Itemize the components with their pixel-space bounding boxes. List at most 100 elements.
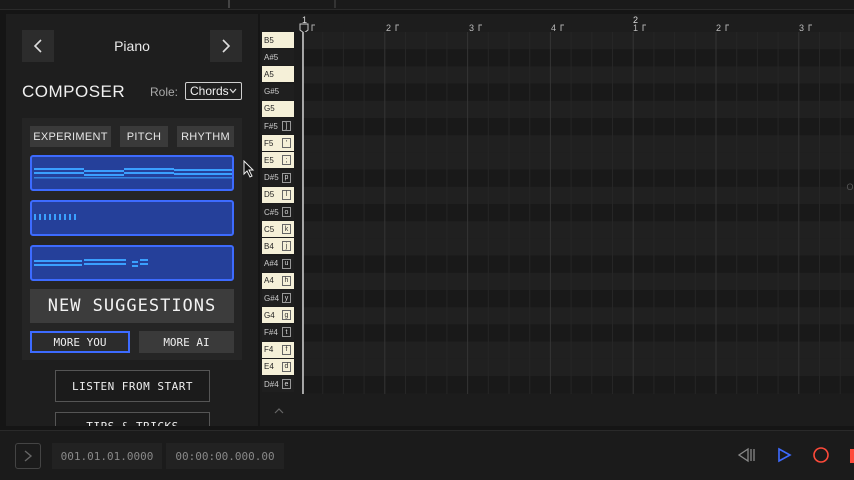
record-button[interactable] <box>810 444 832 466</box>
role-select-value: Chords <box>190 84 229 98</box>
piano-key-label: G#4 <box>264 293 280 303</box>
scroll-up-icon[interactable] <box>274 407 284 415</box>
piano-key-label: D#5 <box>264 173 279 183</box>
piano-key-label: A#5 <box>264 52 279 62</box>
piano-key-label: G4 <box>264 310 275 320</box>
chevron-left-icon <box>33 39 42 53</box>
keyboard-shortcut-label: o <box>282 207 291 217</box>
play-icon <box>778 447 792 463</box>
suggestion-notes-preview <box>34 168 232 179</box>
piano-key[interactable]: A#5 <box>262 49 294 66</box>
keyboard-shortcut-label: l <box>282 189 291 200</box>
chevron-down-icon <box>229 88 237 94</box>
piano-key[interactable]: A#4 u <box>262 255 294 272</box>
piano-key-label: B5 <box>264 35 274 45</box>
instrument-name: Piano <box>114 38 150 54</box>
keyboard-shortcut-label: p <box>282 172 291 183</box>
keyboard-shortcut-label: e <box>282 379 291 389</box>
piano-key[interactable]: G5 <box>262 100 294 117</box>
record-edge-indicator <box>850 449 854 463</box>
tab-rhythm[interactable]: RHYTHM <box>177 126 234 147</box>
play-main-button[interactable] <box>773 444 795 466</box>
piano-keys: B5 A#5 A5 G#5 G5 F#5] F5 ' E5; D#5 p D5 l C#5 o C5 k B4 j A… <box>260 32 296 394</box>
rewind-icon <box>737 447 755 463</box>
keyboard-shortcut-label: ' <box>282 138 291 149</box>
keyboard-shortcut-label: g <box>282 310 291 321</box>
piano-key[interactable]: F4 f <box>262 341 294 358</box>
composer-panel: Piano COMPOSER Role: Chords EXPERIMENT P… <box>6 14 258 426</box>
piano-key[interactable]: C5 k <box>262 221 294 238</box>
bars-time-display: 001.01.01.0000 <box>52 443 162 469</box>
tips-and-tricks-button[interactable]: TIPS & TRICKS <box>55 412 210 426</box>
piano-key-label: B4 <box>264 241 274 251</box>
piano-key-label: A#4 <box>264 259 279 269</box>
piano-key[interactable]: F5 ' <box>262 135 294 152</box>
piano-key-label: G#5 <box>264 87 280 97</box>
piano-key[interactable]: F#4 t <box>262 324 294 341</box>
piano-key-label: C5 <box>264 224 275 234</box>
piano-key-label: F#4 <box>264 327 278 337</box>
piano-key[interactable]: B4 j <box>262 238 294 255</box>
keyboard-shortcut-label: ] <box>282 121 291 131</box>
piano-key[interactable]: E5; <box>262 152 294 169</box>
transport-bar: 001.01.01.0000 00:00:00.000.00 <box>0 430 854 480</box>
piano-key[interactable]: B5 <box>262 32 294 48</box>
piano-key[interactable]: A4 h <box>262 272 294 289</box>
piano-key-label: D#4 <box>264 379 279 389</box>
clock-time-display: 00:00:00.000.00 <box>166 443 284 469</box>
suggestion-notes-preview <box>34 214 76 220</box>
play-button[interactable] <box>15 443 41 469</box>
piano-key[interactable]: F#5] <box>262 118 294 134</box>
timeline-ruler[interactable]: 1 2 2 3 4 1 2 3 <box>260 14 854 33</box>
composer-title: COMPOSER <box>22 82 126 101</box>
piano-key[interactable]: E4 d <box>262 358 294 375</box>
piano-key[interactable]: G4 g <box>262 307 294 324</box>
piano-key-label: A4 <box>264 276 274 286</box>
piano-key[interactable]: C#5 o <box>262 204 294 220</box>
mouse-cursor-icon <box>243 160 255 178</box>
piano-key-label: F5 <box>264 138 274 148</box>
tab-experiment[interactable]: EXPERIMENT <box>30 126 111 147</box>
keyboard-shortcut-label: h <box>282 275 291 286</box>
piano-key[interactable]: D#4 e <box>262 376 294 392</box>
play-icon <box>24 450 33 462</box>
top-bar-tick <box>334 0 336 8</box>
tab-pitch[interactable]: PITCH <box>120 126 168 147</box>
suggestion-card-1[interactable] <box>30 155 234 191</box>
piano-key-label: F#5 <box>264 121 278 131</box>
next-instrument-button[interactable] <box>210 30 242 62</box>
role-select[interactable]: Chords <box>185 82 242 100</box>
keyboard-shortcut-label: u <box>282 258 291 269</box>
keyboard-shortcut-label: y <box>282 293 291 303</box>
note-grid[interactable] <box>302 32 854 394</box>
suggestions-box: EXPERIMENT PITCH RHYTHM NEW SUGGESTIONS … <box>22 118 242 360</box>
more-you-button[interactable]: MORE YOU <box>30 331 130 353</box>
piano-key[interactable]: D#5 p <box>262 169 294 186</box>
piano-key-label: E5 <box>264 155 274 165</box>
new-suggestions-button[interactable]: NEW SUGGESTIONS <box>30 289 234 323</box>
suggestion-card-3[interactable] <box>30 245 234 281</box>
piano-key-label: A5 <box>264 69 274 79</box>
piano-roll: 1 2 2 3 4 1 2 3 B5 A#5 A5 G#5 G5 F#5] F5 ' E5; D#… <box>260 14 854 426</box>
keyboard-shortcut-label: f <box>282 344 291 355</box>
keyboard-shortcut-label: j <box>282 241 291 252</box>
role-label: Role: <box>150 85 179 99</box>
piano-key-label: E4 <box>264 362 274 372</box>
suggestion-notes-preview <box>34 259 148 267</box>
record-icon <box>813 447 829 463</box>
piano-key[interactable]: G#5 <box>262 83 294 100</box>
rewind-button[interactable] <box>735 444 757 466</box>
piano-key[interactable]: A5 <box>262 66 294 83</box>
piano-key[interactable]: D5 l <box>262 186 294 203</box>
prev-instrument-button[interactable] <box>22 30 54 62</box>
piano-key-label: F4 <box>264 345 274 355</box>
piano-key-label: G5 <box>264 104 275 114</box>
keyboard-shortcut-label: ; <box>282 155 291 166</box>
piano-key-label: D5 <box>264 190 275 200</box>
chevron-right-icon <box>222 39 231 53</box>
listen-from-start-button[interactable]: LISTEN FROM START <box>55 370 210 402</box>
more-ai-button[interactable]: MORE AI <box>139 331 234 353</box>
keyboard-shortcut-label: t <box>282 327 291 338</box>
suggestion-card-2[interactable] <box>30 200 234 236</box>
piano-key[interactable]: G#4 y <box>262 290 294 306</box>
